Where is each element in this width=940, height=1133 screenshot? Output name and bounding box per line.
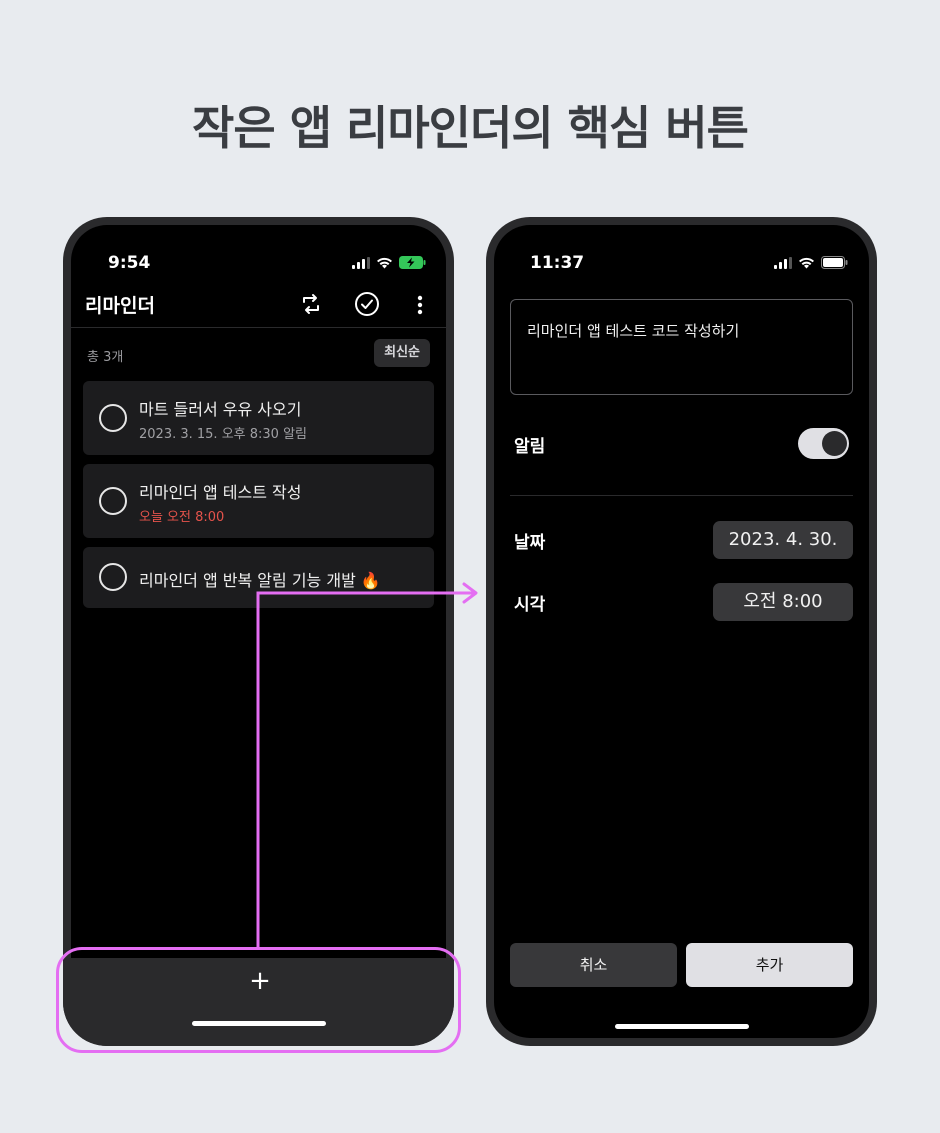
- connector-arrow-icon: [256, 582, 478, 947]
